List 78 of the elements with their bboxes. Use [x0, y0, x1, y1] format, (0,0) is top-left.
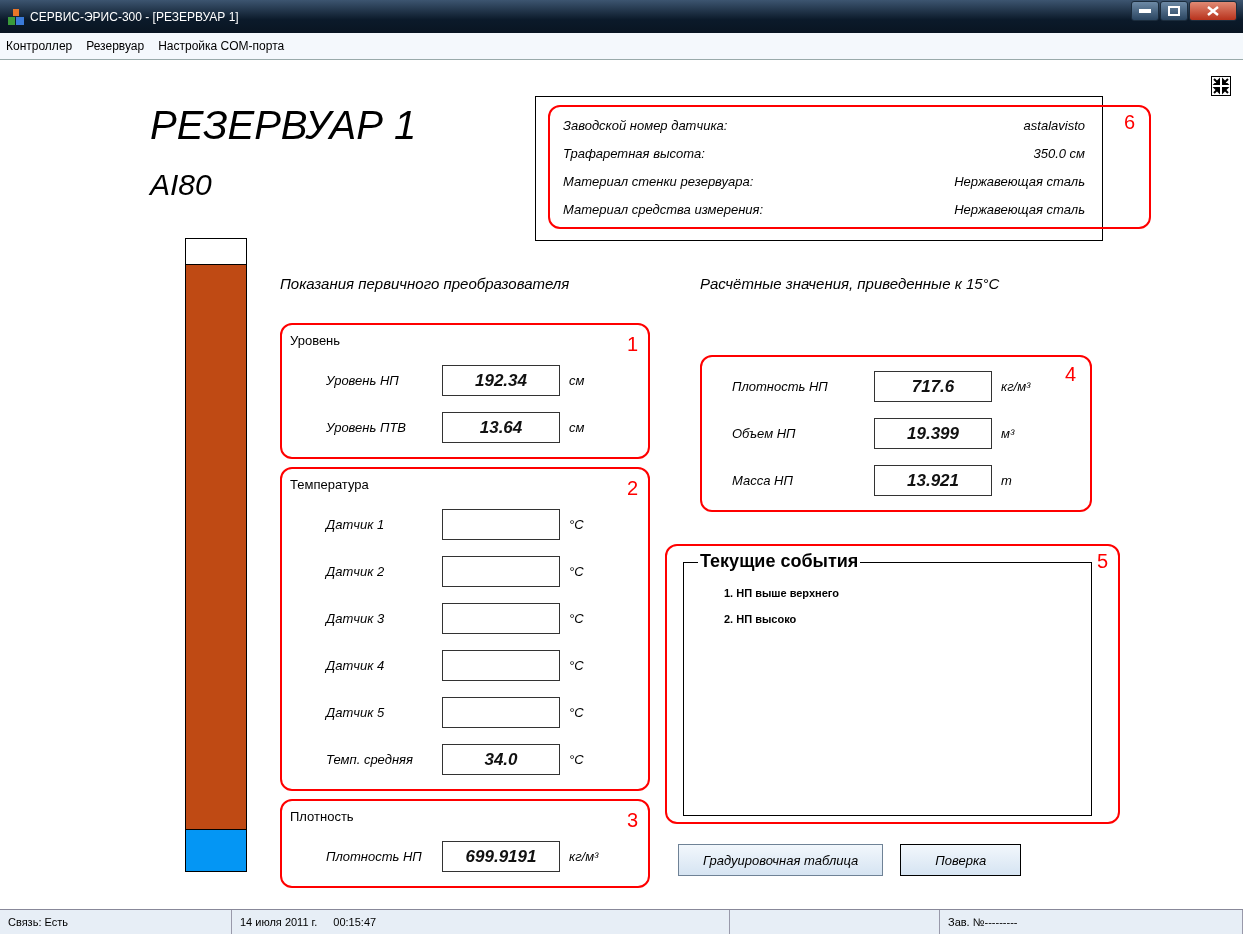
- field-label: Датчик 4: [324, 658, 386, 673]
- info-label: Материал средства измерения:: [563, 201, 764, 217]
- tank-title: РЕЗЕРВУАР 1: [150, 102, 418, 149]
- field-label: Датчик 3: [324, 611, 386, 626]
- unit-label: т: [1001, 473, 1012, 488]
- value-field[interactable]: 19.399: [874, 418, 992, 449]
- value-field[interactable]: [442, 697, 560, 728]
- annotation-number: 1: [626, 333, 638, 356]
- unit-label: см: [569, 373, 585, 388]
- maximize-button[interactable]: [1160, 1, 1188, 21]
- section-caption: Расчётные значения, приведенные к 15°C: [700, 275, 1001, 294]
- info-label: Трафаретная высота:: [563, 145, 705, 161]
- value-field[interactable]: [442, 509, 560, 540]
- menu-item[interactable]: Контроллер: [6, 39, 73, 53]
- close-icon: [1207, 6, 1219, 16]
- info-value: astalavisto: [1023, 117, 1085, 133]
- field-label: Датчик 1: [324, 517, 386, 532]
- status-time: 00:15:47: [333, 916, 377, 928]
- tank-subtitle: AI80: [150, 168, 213, 202]
- group-title: Температура: [290, 477, 369, 494]
- field-label: Плотность НП: [731, 379, 829, 394]
- unit-label: см: [569, 420, 585, 435]
- unit-label: °C: [569, 705, 584, 720]
- field-label: Плотность НП: [325, 849, 423, 864]
- value-field[interactable]: 192.34: [442, 365, 560, 396]
- field-label: Уровень ПТВ: [325, 420, 407, 435]
- window-title: СЕРВИС-ЭРИС-300 - [РЕЗЕРВУАР 1]: [30, 9, 240, 24]
- field-label: Масса НП: [731, 473, 794, 488]
- unit-label: °C: [569, 752, 584, 767]
- value-field[interactable]: 13.64: [442, 412, 560, 443]
- value-field[interactable]: 699.9191: [442, 841, 560, 872]
- serial-number: Зав. №---------: [948, 916, 1018, 928]
- status-date: 14 июля 2011 г.: [240, 916, 318, 928]
- annotation-number: 5: [1096, 550, 1108, 573]
- action-button[interactable]: Градуировочная таблица: [678, 844, 884, 876]
- value-field[interactable]: 717.6: [874, 371, 992, 402]
- collapse-icon[interactable]: [1211, 76, 1231, 96]
- unit-label: кг/м³: [569, 849, 599, 864]
- annotation-number: 6: [1123, 111, 1135, 134]
- field-label: Датчик 2: [324, 564, 386, 579]
- connection-status: Связь: Есть: [8, 916, 68, 928]
- unit-label: °C: [569, 611, 584, 626]
- value-field[interactable]: [442, 556, 560, 587]
- info-value: 350.0 см: [1033, 145, 1085, 161]
- close-button[interactable]: [1189, 1, 1237, 21]
- field-label: Датчик 5: [324, 705, 386, 720]
- info-label: Материал стенки резервуара:: [563, 173, 754, 189]
- unit-label: °C: [569, 517, 584, 532]
- unit-label: °C: [569, 658, 584, 673]
- annotation-number: 3: [626, 809, 638, 832]
- event-item: 1. НП выше верхнего: [724, 587, 840, 601]
- unit-label: м³: [1001, 426, 1015, 441]
- value-field[interactable]: 13.921: [874, 465, 992, 496]
- value-field[interactable]: [442, 650, 560, 681]
- group-title: Плотность: [290, 809, 354, 826]
- value-field[interactable]: [442, 603, 560, 634]
- value-field[interactable]: 34.0: [442, 744, 560, 775]
- minimize-icon: [1139, 9, 1151, 13]
- unit-label: кг/м³: [1001, 379, 1031, 394]
- action-button[interactable]: Поверка: [900, 844, 1022, 876]
- group-title: Уровень: [290, 333, 341, 350]
- annotation-number: 2: [626, 477, 638, 500]
- events-title: Текущие события: [698, 551, 861, 572]
- section-caption: Показания первичного преобразователя: [280, 275, 571, 294]
- menu-item[interactable]: Настройка COM-порта: [158, 39, 285, 53]
- info-value: Нержавеющая сталь: [954, 173, 1085, 189]
- menu-item[interactable]: Резервуар: [86, 39, 145, 53]
- field-label: Уровень НП: [325, 373, 400, 388]
- app-icon: [8, 8, 24, 25]
- annotation-number: 4: [1064, 363, 1076, 386]
- minimize-button[interactable]: [1131, 1, 1159, 21]
- maximize-icon: [1168, 6, 1180, 16]
- field-label: Темп. средняя: [325, 752, 414, 767]
- info-label: Заводской номер датчика:: [563, 117, 728, 133]
- field-label: Объем НП: [731, 426, 797, 441]
- event-item: 2. НП высоко: [724, 613, 798, 627]
- info-value: Нержавеющая сталь: [954, 201, 1085, 217]
- unit-label: °C: [569, 564, 584, 579]
